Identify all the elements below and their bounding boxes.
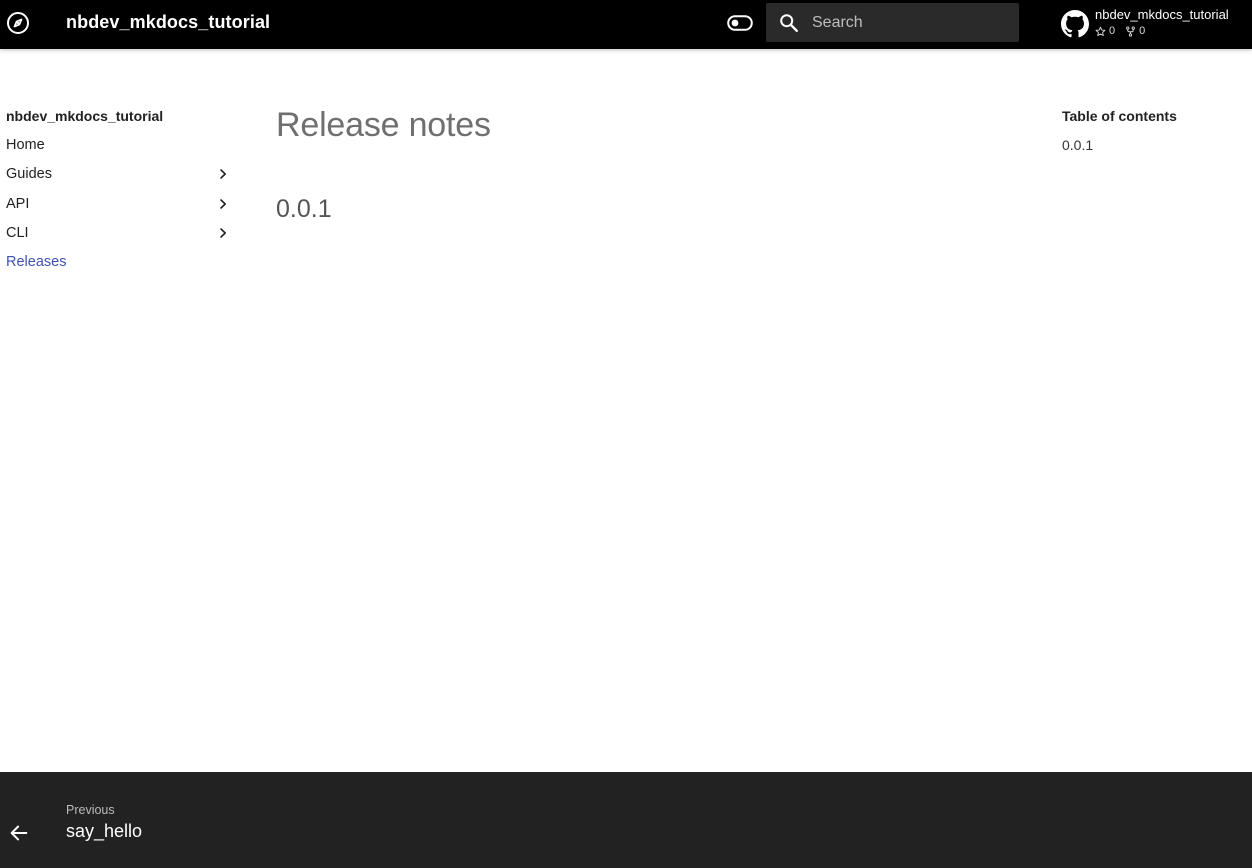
prev-direction-label: Previous (66, 803, 115, 817)
nav-item-home[interactable]: Home (6, 135, 236, 164)
nav-list: Home Guides API CLI Releases (6, 135, 236, 281)
toc-list: 0.0.1 (1062, 135, 1242, 155)
nav-item-releases[interactable]: Releases (6, 252, 236, 281)
nav-item-label: Releases (6, 254, 67, 271)
table-of-contents: Table of contents 0.0.1 (1062, 106, 1242, 155)
prev-page-title: say_hello (66, 821, 143, 841)
search-input[interactable] (812, 3, 1012, 42)
toc-title: Table of contents (1062, 108, 1177, 124)
nav-item-label: Home (6, 137, 45, 153)
repo-name: nbdev_mkdocs_tutorial (1095, 7, 1229, 22)
nav-title: nbdev_mkdocs_tutorial (6, 108, 164, 124)
compass-icon[interactable] (6, 11, 30, 35)
github-icon (1061, 10, 1089, 38)
star-icon (1095, 26, 1106, 36)
fork-icon (1126, 25, 1135, 37)
repo-facts: 0 0 (1095, 25, 1145, 37)
search-box[interactable] (766, 3, 1019, 42)
search-icon (780, 14, 798, 32)
primary-nav: nbdev_mkdocs_tutorial Home Guides API CL… (6, 106, 236, 281)
repo-link[interactable]: nbdev_mkdocs_tutorial 0 0 (1060, 6, 1250, 44)
page-title: Release notes (276, 106, 491, 144)
nav-item-api[interactable]: API (6, 194, 236, 223)
repo-forks: 0 (1125, 25, 1145, 37)
star-count: 0 (1109, 25, 1116, 37)
main-content: Release notes 0.0.1 (276, 104, 1036, 224)
site-title[interactable]: nbdev_mkdocs_tutorial (66, 12, 270, 33)
toc-item[interactable]: 0.0.1 (1062, 135, 1242, 155)
nav-item-label: Guides (6, 166, 52, 183)
previous-page-link[interactable]: Previous say_hello (0, 772, 300, 868)
chevron-right-icon (220, 198, 226, 209)
chevron-right-icon (220, 228, 226, 238)
toggle-icon[interactable] (726, 11, 754, 35)
chevron-right-icon (220, 169, 226, 180)
fork-count: 0 (1139, 25, 1146, 37)
section-heading: 0.0.1 (276, 195, 332, 223)
arrow-left-icon (10, 825, 28, 841)
site-header: nbdev_mkdocs_tutorial nbdev_mkdocs_tutor… (0, 0, 1252, 49)
nav-item-label: CLI (6, 224, 29, 241)
nav-item-label: API (6, 195, 30, 212)
nav-item-cli[interactable]: CLI (6, 223, 236, 252)
nav-item-guides[interactable]: Guides (6, 164, 236, 193)
repo-stars: 0 (1095, 25, 1115, 37)
page-footer: Previous say_hello (0, 772, 1252, 868)
